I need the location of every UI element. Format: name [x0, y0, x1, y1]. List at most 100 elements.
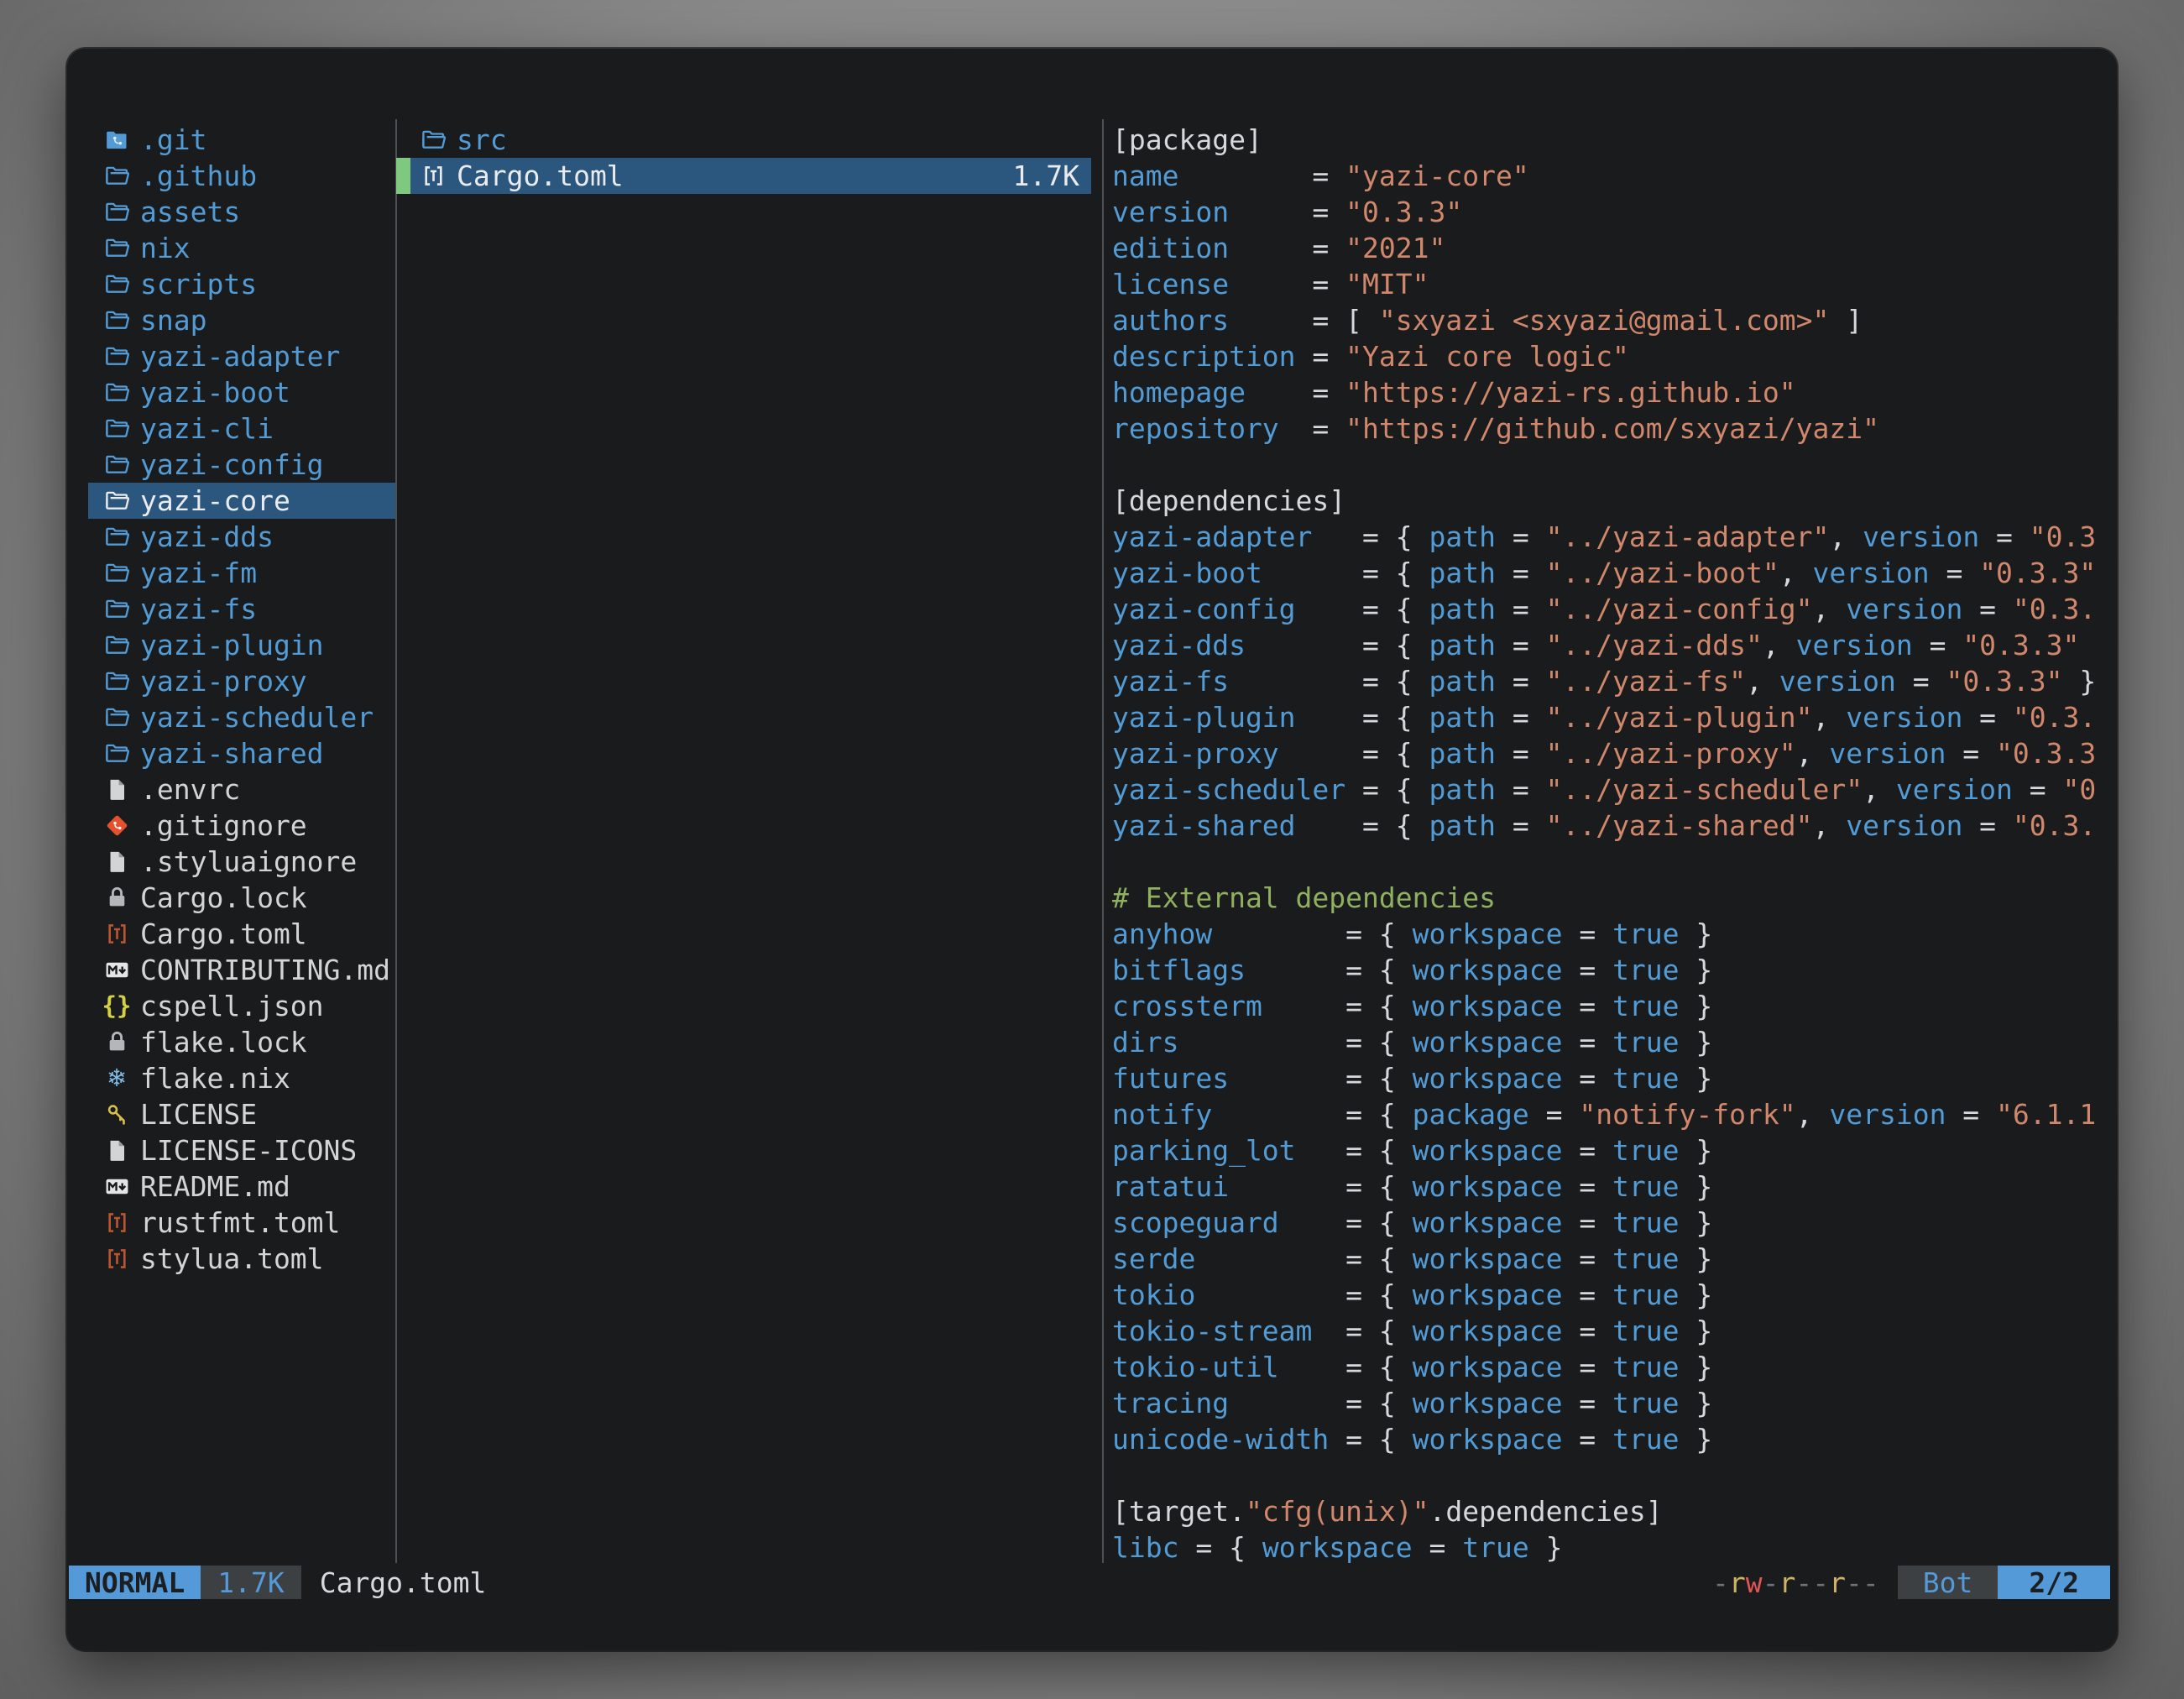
code-token: true	[1612, 954, 1679, 986]
permission-segment: r	[1729, 1566, 1746, 1599]
file-row-yazi-plugin[interactable]: yazi-plugin	[88, 627, 395, 663]
code-token: =	[1562, 1242, 1612, 1275]
file-row-cspell.json[interactable]: {}cspell.json	[88, 988, 395, 1024]
file-row-LICENSE-ICONS[interactable]: LICENSE-ICONS	[88, 1132, 395, 1168]
file-label: LICENSE	[140, 1098, 257, 1131]
file-row-Cargo.toml[interactable]: Cargo.toml	[88, 916, 395, 952]
code-token: unicode-width	[1112, 1423, 1329, 1456]
code-token: }	[1680, 954, 1713, 986]
file-row-yazi-shared[interactable]: yazi-shared	[88, 735, 395, 771]
code-token: "0.3.3"	[1345, 196, 1462, 228]
code-token: path	[1429, 737, 1496, 770]
file-row-nix[interactable]: nix	[88, 230, 395, 266]
file-row-.gitignore[interactable]: .gitignore	[88, 808, 395, 844]
file-row-Cargo.lock[interactable]: Cargo.lock	[88, 880, 395, 916]
code-token: = {	[1312, 1315, 1412, 1347]
file-row-flake.nix[interactable]: ❄flake.nix	[88, 1060, 395, 1096]
code-token: workspace	[1413, 1170, 1563, 1203]
code-token: version	[1863, 520, 1979, 553]
folder-icon	[102, 740, 132, 767]
markdown-icon	[102, 1173, 132, 1200]
code-token: workspace	[1413, 990, 1563, 1022]
toml-icon	[102, 1209, 132, 1236]
file-row-yazi-fs[interactable]: yazi-fs	[88, 591, 395, 627]
code-token: =	[1562, 1134, 1612, 1167]
code-token: workspace	[1413, 1062, 1563, 1095]
code-token: workspace	[1262, 1531, 1413, 1564]
preview-line: tokio = { workspace = true }	[1112, 1277, 2108, 1313]
file-row-scripts[interactable]: scripts	[88, 266, 395, 302]
file-row-yazi-dds[interactable]: yazi-dds	[88, 519, 395, 555]
folder-icon	[102, 234, 132, 262]
preview-line: # External dependencies	[1112, 880, 2108, 916]
code-token: repository	[1112, 412, 1279, 445]
file-row-rustfmt.toml[interactable]: rustfmt.toml	[88, 1205, 395, 1241]
preview-pane[interactable]: [package]name = "yazi-core"version = "0.…	[1112, 122, 2108, 1566]
code-token: "../yazi-boot"	[1546, 557, 1779, 589]
file-row-snap[interactable]: snap	[88, 302, 395, 338]
file-row-.styluaignore[interactable]: .styluaignore	[88, 844, 395, 880]
file-row-stylua.toml[interactable]: stylua.toml	[88, 1241, 395, 1277]
file-row-yazi-scheduler[interactable]: yazi-scheduler	[88, 699, 395, 735]
code-token: "cfg(unix)"	[1246, 1495, 1429, 1528]
file-row-assets[interactable]: assets	[88, 194, 395, 230]
file-row-.git[interactable]: .git	[88, 122, 395, 158]
file-label: Cargo.lock	[140, 881, 307, 914]
file-row-README.md[interactable]: README.md	[88, 1168, 395, 1205]
preview-line: homepage = "https://yazi-rs.github.io"	[1112, 374, 2108, 410]
file-row-yazi-fm[interactable]: yazi-fm	[88, 555, 395, 591]
preview-line: crossterm = { workspace = true }	[1112, 988, 2108, 1024]
preview-line: yazi-proxy = { path = "../yazi-proxy", v…	[1112, 735, 2108, 771]
file-row-src[interactable]: src	[396, 122, 1091, 158]
code-token: name	[1112, 159, 1178, 192]
code-token: futures	[1112, 1062, 1229, 1095]
code-token: true	[1612, 1062, 1679, 1095]
code-token: path	[1429, 593, 1496, 625]
code-token: true	[1612, 1387, 1679, 1419]
file-row-yazi-core[interactable]: yazi-core	[88, 483, 395, 519]
file-row-yazi-boot[interactable]: yazi-boot	[88, 374, 395, 410]
code-token: =	[1562, 1170, 1612, 1203]
code-token: }	[1680, 1134, 1713, 1167]
folder-icon	[102, 451, 132, 478]
file-row-yazi-adapter[interactable]: yazi-adapter	[88, 338, 395, 374]
code-token: =	[1529, 1098, 1580, 1131]
code-token: version	[1829, 737, 1946, 770]
file-row-yazi-config[interactable]: yazi-config	[88, 447, 395, 483]
file-row-.github[interactable]: .github	[88, 158, 395, 194]
file-row-.envrc[interactable]: .envrc	[88, 771, 395, 808]
pane-separator	[395, 119, 397, 1563]
file-row-CONTRIBUTING.md[interactable]: CONTRIBUTING.md	[88, 952, 395, 988]
folder-icon	[102, 415, 132, 442]
preview-line: edition = "2021"	[1112, 230, 2108, 266]
preview-line: libc = { workspace = true }	[1112, 1529, 2108, 1566]
folder-icon	[102, 523, 132, 551]
folder-icon	[102, 667, 132, 695]
code-token: yazi-shared	[1112, 809, 1296, 842]
code-token: .dependencies]	[1429, 1495, 1663, 1528]
code-token: = {	[1279, 1351, 1413, 1383]
file-row-flake.lock[interactable]: flake.lock	[88, 1024, 395, 1060]
code-token: =	[1496, 557, 1546, 589]
code-token: yazi-dds	[1112, 629, 1246, 661]
code-token: "yazi-core"	[1345, 159, 1529, 192]
preview-line: authors = [ "sxyazi <sxyazi@gmail.com>" …	[1112, 302, 2108, 338]
file-row-yazi-cli[interactable]: yazi-cli	[88, 410, 395, 447]
file-row-LICENSE[interactable]: LICENSE	[88, 1096, 395, 1132]
code-token: =	[1229, 196, 1345, 228]
code-token: "sxyazi <sxyazi@gmail.com>"	[1379, 304, 1829, 337]
file-row-Cargo.toml[interactable]: Cargo.toml1.7K	[396, 158, 1091, 194]
file-row-yazi-proxy[interactable]: yazi-proxy	[88, 663, 395, 699]
code-token: =	[1562, 1423, 1612, 1456]
code-token: yazi-boot	[1112, 557, 1262, 589]
current-directory-pane: src Cargo.toml1.7K	[396, 122, 1091, 194]
toml-icon	[102, 920, 132, 948]
code-token: =	[1930, 557, 1980, 589]
code-token: yazi-fs	[1112, 665, 1229, 698]
code-token: "0.3.	[2013, 701, 2096, 734]
code-token: workspace	[1413, 1423, 1563, 1456]
code-token: workspace	[1413, 917, 1563, 950]
code-token: path	[1429, 557, 1496, 589]
code-token: }	[1680, 1423, 1713, 1456]
code-token: =	[1979, 520, 2030, 553]
